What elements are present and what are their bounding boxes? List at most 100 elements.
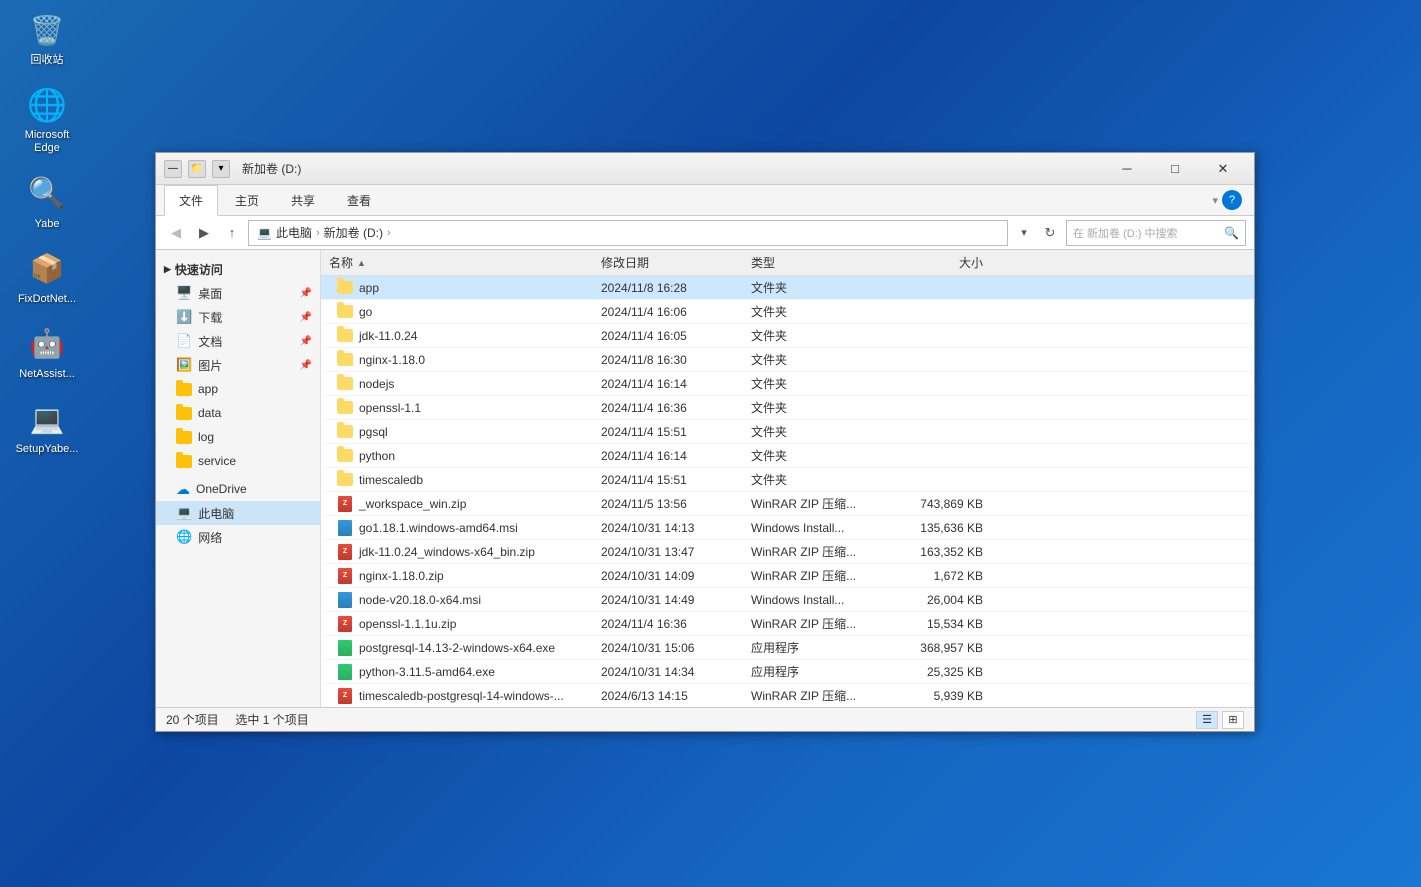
up-button[interactable]: ↑ <box>220 221 244 245</box>
sidebar-item-service[interactable]: service <box>156 449 320 473</box>
ribbon-collapse-btn[interactable]: ▾ <box>1212 194 1218 207</box>
minimize-button[interactable]: ─ <box>1104 153 1150 185</box>
file-type-cell: Windows Install... <box>751 593 891 607</box>
sidebar-item-app[interactable]: app <box>156 377 320 401</box>
pin-icon-pictures: 📌 <box>300 360 312 371</box>
path-sep-1: › <box>316 227 320 239</box>
file-name-cell: python-3.11.5-amd64.exe <box>321 663 601 681</box>
sidebar-item-onedrive[interactable]: ☁ OneDrive <box>156 477 320 501</box>
file-date-cell: 2024/11/8 16:28 <box>601 281 751 295</box>
file-date-cell: 2024/11/4 16:36 <box>601 401 751 415</box>
desktop-icon-setupyabe[interactable]: 💻 SetupYabe... <box>12 399 82 456</box>
col-header-name[interactable]: 名称 ▲ <box>321 254 601 271</box>
folder-icon <box>337 401 353 414</box>
file-name: jdk-11.0.24_windows-x64_bin.zip <box>359 545 535 559</box>
sidebar-item-network[interactable]: 🌐 网络 <box>156 525 320 549</box>
desktop-icon-recycle[interactable]: 🗑️ 回收站 <box>12 10 82 67</box>
file-name: nodejs <box>359 377 394 391</box>
table-row[interactable]: postgresql-14.13-2-windows-x64.exe 2024/… <box>321 636 1254 660</box>
sidebar-item-downloads[interactable]: ⬇️ 下载 📌 <box>156 305 320 329</box>
table-row[interactable]: Z timescaledb-postgresql-14-windows-... … <box>321 684 1254 707</box>
file-name: openssl-1.1 <box>359 401 421 415</box>
table-row[interactable]: python-3.11.5-amd64.exe 2024/10/31 14:34… <box>321 660 1254 684</box>
ribbon-tab-home[interactable]: 主页 <box>220 185 274 215</box>
netassist-label: NetAssist... <box>19 368 75 381</box>
table-row[interactable]: openssl-1.1 2024/11/4 16:36 文件夹 <box>321 396 1254 420</box>
sidebar-item-data[interactable]: data <box>156 401 320 425</box>
edge-icon: 🌐 <box>27 85 67 125</box>
netassist-icon: 🤖 <box>27 324 67 364</box>
desktop-icon-edge[interactable]: 🌐 Microsoft Edge <box>12 85 82 155</box>
sidebar-service-label: service <box>198 454 236 468</box>
file-date-cell: 2024/10/31 15:06 <box>601 641 751 655</box>
folder-icon <box>337 305 353 318</box>
table-row[interactable]: node-v20.18.0-x64.msi 2024/10/31 14:49 W… <box>321 588 1254 612</box>
sidebar-item-documents[interactable]: 📄 文档 📌 <box>156 329 320 353</box>
table-row[interactable]: app 2024/11/8 16:28 文件夹 <box>321 276 1254 300</box>
maximize-button[interactable]: □ <box>1152 153 1198 185</box>
col-header-date[interactable]: 修改日期 <box>601 254 751 271</box>
table-row[interactable]: timescaledb 2024/11/4 15:51 文件夹 <box>321 468 1254 492</box>
msi-icon <box>337 591 353 609</box>
search-box[interactable]: 在 新加卷 (D:) 中搜索 🔍 <box>1066 220 1246 246</box>
desktop-icon-yabe[interactable]: 🔍 Yabe <box>12 174 82 231</box>
help-button[interactable]: ? <box>1222 190 1242 210</box>
file-name: postgresql-14.13-2-windows-x64.exe <box>359 641 555 655</box>
folder-icon <box>337 473 353 486</box>
view-grid-btn[interactable]: ⊞ <box>1222 711 1244 729</box>
pin-icon-documents: 📌 <box>300 336 312 347</box>
exe-icon <box>337 639 353 657</box>
title-icon-btn[interactable]: 📁 <box>188 160 206 178</box>
sidebar-item-pictures[interactable]: 🖼️ 图片 📌 <box>156 353 320 377</box>
table-row[interactable]: python 2024/11/4 16:14 文件夹 <box>321 444 1254 468</box>
zip-icon: Z <box>337 495 353 513</box>
col-header-size[interactable]: 大小 <box>891 254 991 271</box>
setupyabe-label: SetupYabe... <box>16 443 79 456</box>
ribbon-tab-share[interactable]: 共享 <box>276 185 330 215</box>
ribbon-tab-view[interactable]: 查看 <box>332 185 386 215</box>
refresh-button[interactable]: ▾ <box>1012 221 1036 245</box>
close-button[interactable]: ✕ <box>1200 153 1246 185</box>
ribbon-tab-file[interactable]: 文件 <box>164 185 218 216</box>
address-path[interactable]: 💻 此电脑 › 新加卷 (D:) › <box>248 220 1008 246</box>
file-name: timescaledb-postgresql-14-windows-... <box>359 689 564 703</box>
table-row[interactable]: nginx-1.18.0 2024/11/8 16:30 文件夹 <box>321 348 1254 372</box>
table-row[interactable]: Z _workspace_win.zip 2024/11/5 13:56 Win… <box>321 492 1254 516</box>
table-row[interactable]: jdk-11.0.24 2024/11/4 16:05 文件夹 <box>321 324 1254 348</box>
file-name: timescaledb <box>359 473 423 487</box>
sidebar-documents-label: 文档 <box>198 333 222 350</box>
file-name: node-v20.18.0-x64.msi <box>359 593 481 607</box>
table-row[interactable]: Z jdk-11.0.24_windows-x64_bin.zip 2024/1… <box>321 540 1254 564</box>
quick-access-header[interactable]: ▶ 快速访问 <box>156 258 320 281</box>
file-name: jdk-11.0.24 <box>359 329 417 343</box>
col-header-type[interactable]: 类型 <box>751 254 891 271</box>
table-row[interactable]: pgsql 2024/11/4 15:51 文件夹 <box>321 420 1254 444</box>
forward-button[interactable]: ▶ <box>192 221 216 245</box>
file-name: python-3.11.5-amd64.exe <box>359 665 495 679</box>
title-minimize-small[interactable]: — <box>164 160 182 178</box>
file-size-cell: 26,004 KB <box>891 593 991 607</box>
sidebar-item-log[interactable]: log <box>156 425 320 449</box>
title-dropdown-btn[interactable]: ▾ <box>212 160 230 178</box>
file-name-cell: timescaledb <box>321 473 601 487</box>
main-content: ▶ 快速访问 🖥️ 桌面 📌 ⬇️ 下载 📌 📄 文档 📌 <box>156 250 1254 707</box>
sidebar-network-label: 网络 <box>198 529 222 546</box>
reload-button[interactable]: ↻ <box>1038 221 1062 245</box>
sidebar-item-thispc[interactable]: 💻 此电脑 <box>156 501 320 525</box>
folder-icon <box>337 449 353 462</box>
back-button[interactable]: ◀ <box>164 221 188 245</box>
desktop-icon-fixdotnet[interactable]: 📦 FixDotNet... <box>12 249 82 306</box>
view-details-btn[interactable]: ☰ <box>1196 711 1218 729</box>
table-row[interactable]: go1.18.1.windows-amd64.msi 2024/10/31 14… <box>321 516 1254 540</box>
sidebar-item-desktop[interactable]: 🖥️ 桌面 📌 <box>156 281 320 305</box>
file-date-cell: 2024/11/4 16:05 <box>601 329 751 343</box>
file-type-cell: WinRAR ZIP 压缩... <box>751 567 891 584</box>
desktop-icon-netassist[interactable]: 🤖 NetAssist... <box>12 324 82 381</box>
file-list-header: 名称 ▲ 修改日期 类型 大小 <box>321 250 1254 276</box>
table-row[interactable]: Z nginx-1.18.0.zip 2024/10/31 14:09 WinR… <box>321 564 1254 588</box>
table-row[interactable]: go 2024/11/4 16:06 文件夹 <box>321 300 1254 324</box>
sidebar-downloads-label: 下载 <box>198 309 222 326</box>
file-type-cell: WinRAR ZIP 压缩... <box>751 687 891 704</box>
table-row[interactable]: Z openssl-1.1.1u.zip 2024/11/4 16:36 Win… <box>321 612 1254 636</box>
table-row[interactable]: nodejs 2024/11/4 16:14 文件夹 <box>321 372 1254 396</box>
